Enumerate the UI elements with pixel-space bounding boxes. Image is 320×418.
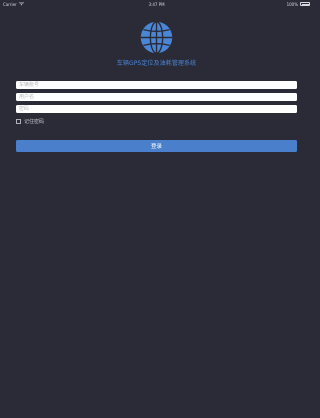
remember-password-row[interactable]: 记住密码 — [16, 118, 44, 125]
login-screen: Carrier 3:47 PM 100% 车辆GPS定位及油耗管理系统 记住密码 — [0, 0, 313, 418]
password-input[interactable] — [16, 105, 297, 113]
vehicle-account-input[interactable] — [16, 81, 297, 89]
remember-label: 记住密码 — [24, 119, 45, 125]
battery-icon — [300, 2, 310, 6]
remember-checkbox[interactable] — [16, 119, 21, 124]
app-title: 车辆GPS定位及油耗管理系统 — [116, 60, 197, 67]
login-button[interactable]: 登录 — [16, 140, 297, 152]
username-input[interactable] — [16, 93, 297, 101]
status-time: 3:47 PM — [148, 1, 165, 7]
globe-icon — [140, 21, 173, 54]
status-bar: Carrier 3:47 PM 100% — [0, 0, 313, 8]
